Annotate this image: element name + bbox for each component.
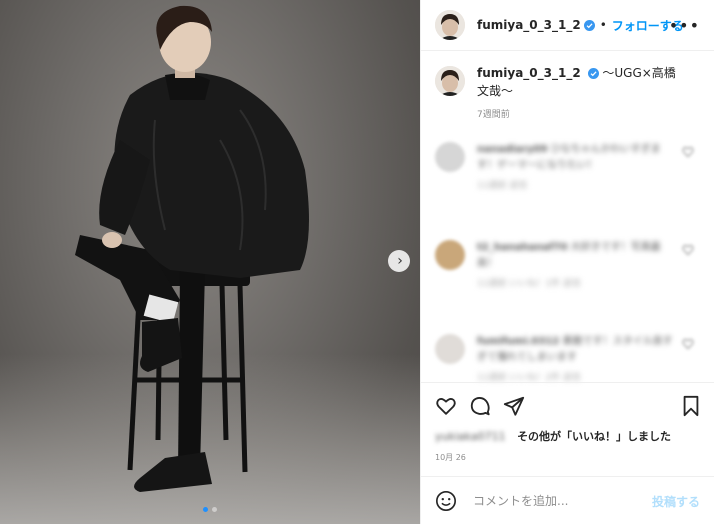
carousel-dot bbox=[212, 507, 217, 512]
header-separator: • bbox=[599, 18, 607, 32]
header-username[interactable]: fumiya_0_3_1_2 bbox=[477, 18, 581, 32]
model-on-stool-image bbox=[75, 5, 309, 492]
post-photo[interactable]: › bbox=[0, 0, 420, 524]
comment-avatar[interactable] bbox=[435, 334, 465, 364]
comment-item: fumifumi.0312 素敵です！スタイル良すぎて憧れてしまいます 11週前… bbox=[435, 334, 704, 386]
comment-heart-icon[interactable] bbox=[682, 244, 694, 256]
comment-heart-icon[interactable] bbox=[682, 146, 694, 158]
comment-body: nanadiary09 ひなちゃんかわいすぎます！ゲーマーになりたい！ 11週前… bbox=[477, 142, 677, 194]
post-side-panel: fumiya_0_3_1_2 • フォローする ••• fumiya_0_3_1… bbox=[420, 0, 714, 524]
bookmark-icon[interactable] bbox=[681, 395, 701, 417]
caption-body: fumiya_0_3_1_2 〜UGG×高橋文哉〜 7週間前 bbox=[477, 64, 677, 124]
likes-summary: yukiaka0711 その他が「いいね！」しました bbox=[435, 428, 671, 444]
comment-item: nanadiary09 ひなちゃんかわいすぎます！ゲーマーになりたい！ 11週前… bbox=[435, 142, 704, 194]
caption-time[interactable]: 7週間前 bbox=[477, 106, 677, 124]
caption-avatar[interactable] bbox=[435, 66, 465, 96]
comment-icon[interactable] bbox=[469, 395, 491, 417]
comment-input[interactable] bbox=[471, 493, 645, 509]
heart-icon[interactable] bbox=[435, 395, 457, 417]
verified-badge-icon bbox=[583, 19, 595, 31]
post-header: fumiya_0_3_1_2 • フォローする ••• bbox=[421, 0, 714, 51]
instagram-post: › fumiya_0_3_1_2 • フォローする ••• fumiya_0_3… bbox=[0, 0, 714, 524]
carousel-dot-active bbox=[203, 507, 208, 512]
comment-avatar[interactable] bbox=[435, 240, 465, 270]
comment-meta: 11週前 返信 bbox=[477, 181, 528, 191]
emoji-icon[interactable] bbox=[435, 490, 457, 512]
carousel-indicator bbox=[203, 507, 217, 512]
action-bar bbox=[421, 382, 714, 427]
caption-username[interactable]: fumiya_0_3_1_2 bbox=[477, 66, 581, 80]
add-comment-bar: 投稿する bbox=[421, 476, 714, 525]
carousel-next-button[interactable]: › bbox=[388, 250, 410, 272]
comment-username[interactable]: t2_hanahanaf70 bbox=[477, 242, 567, 253]
avatar[interactable] bbox=[435, 10, 465, 40]
comment-avatar[interactable] bbox=[435, 142, 465, 172]
comment-item: t2_hanahanaf70 大好きです！写真最高！ 11週前 いいね！1件 返… bbox=[435, 240, 704, 292]
comment-body: fumifumi.0312 素敵です！スタイル良すぎて憧れてしまいます 11週前… bbox=[477, 334, 677, 386]
comment-meta: 11週前 いいね！1件 返信 bbox=[477, 279, 581, 289]
share-icon[interactable] bbox=[503, 395, 525, 417]
verified-badge-icon bbox=[587, 68, 599, 79]
more-icon[interactable]: ••• bbox=[669, 16, 700, 35]
comment-heart-icon[interactable] bbox=[682, 338, 694, 350]
liker-name[interactable]: yukiaka0711 bbox=[435, 430, 506, 443]
comment-username[interactable]: fumifumi.0312 bbox=[477, 336, 559, 347]
comment-body: t2_hanahanaf70 大好きです！写真最高！ 11週前 いいね！1件 返… bbox=[477, 240, 677, 292]
post-date[interactable]: 10月 26 bbox=[435, 452, 466, 463]
comment-username[interactable]: nanadiary09 bbox=[477, 144, 547, 155]
post-caption: fumiya_0_3_1_2 〜UGG×高橋文哉〜 7週間前 bbox=[435, 64, 704, 124]
likes-text[interactable]: その他が「いいね！」しました bbox=[517, 430, 671, 443]
post-comment-button[interactable]: 投稿する bbox=[652, 493, 700, 510]
chevron-right-icon: › bbox=[397, 253, 403, 269]
